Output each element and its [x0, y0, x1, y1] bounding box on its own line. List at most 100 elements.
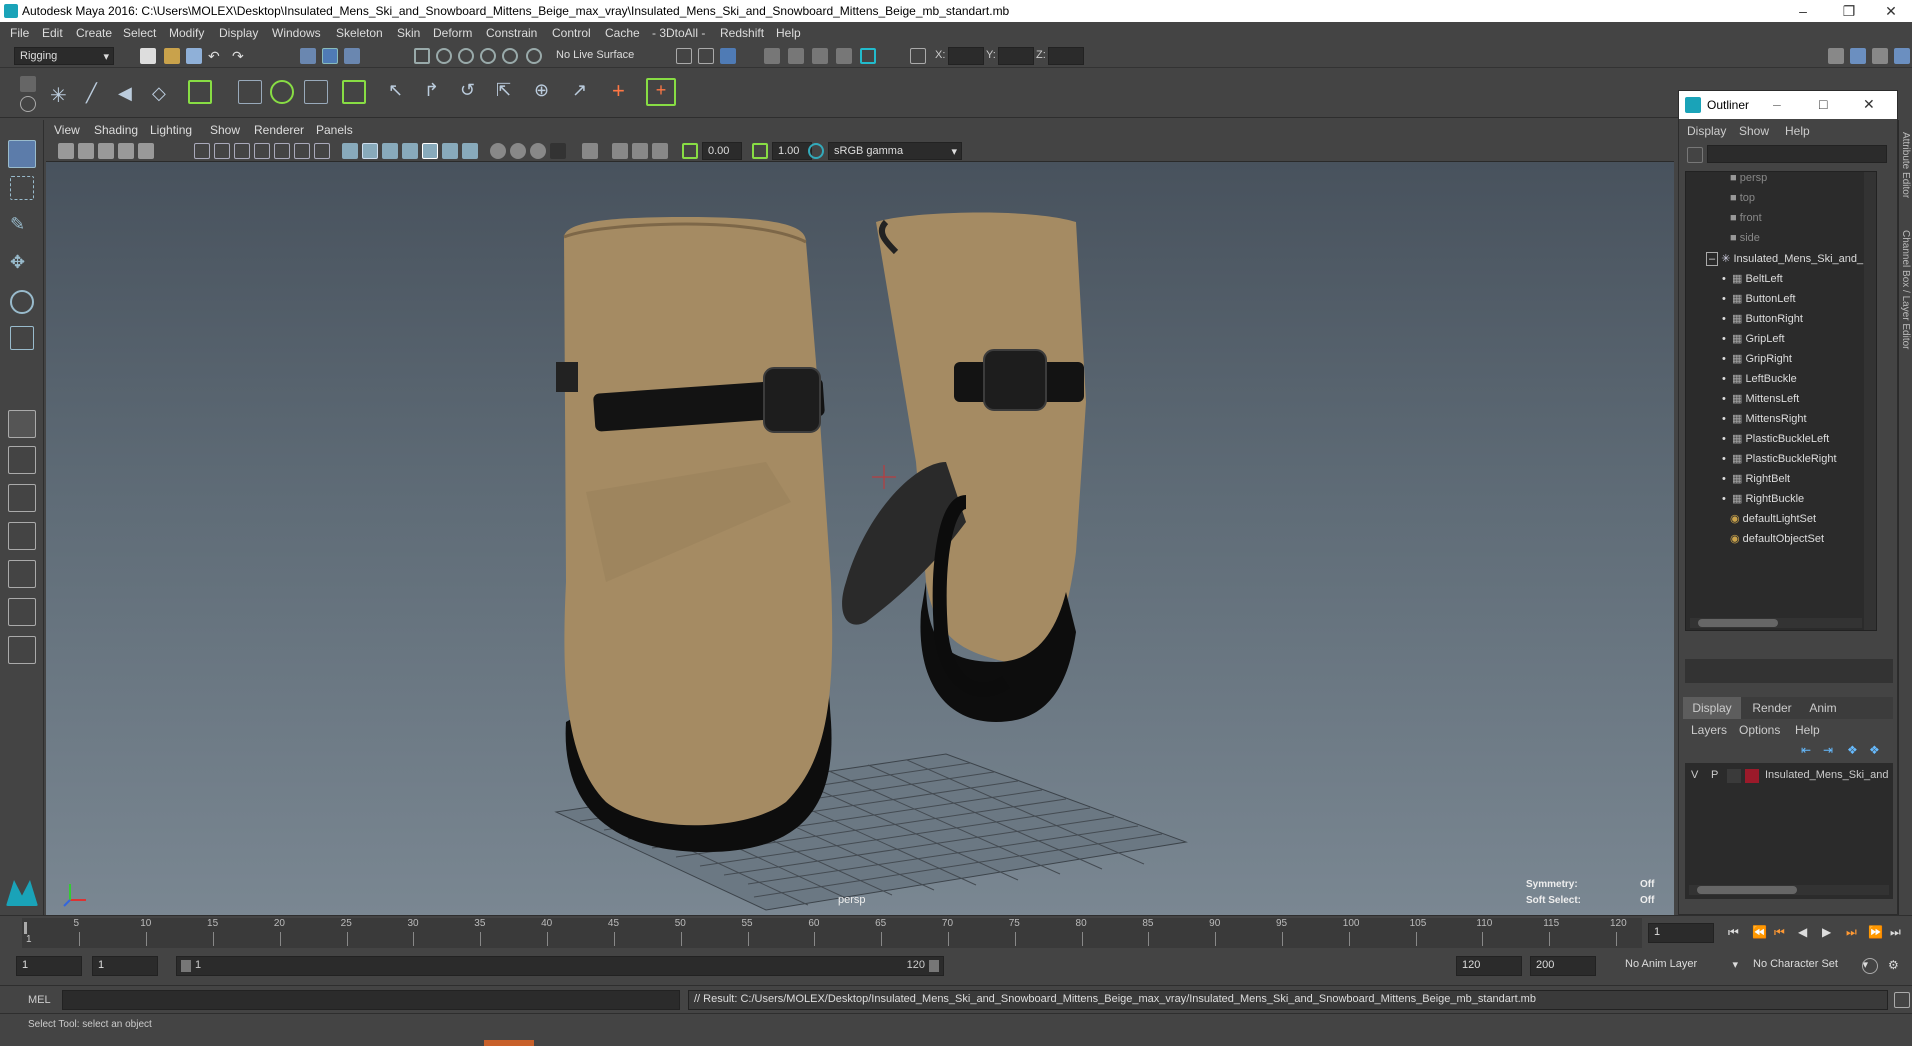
- outliner-menu-display[interactable]: Display: [1687, 124, 1726, 138]
- tool-settings-icon[interactable]: [1872, 48, 1888, 64]
- outliner-filter-icon[interactable]: [1687, 147, 1703, 163]
- wrap-icon[interactable]: [342, 80, 366, 104]
- script-language-toggle[interactable]: MEL: [28, 994, 51, 1006]
- 3d-viewport[interactable]: persp Symmetry: Off Soft Select: Off: [46, 162, 1674, 915]
- snap-view-icon[interactable]: [480, 48, 496, 64]
- menu-display[interactable]: Display: [219, 26, 258, 40]
- shelf-menu-icon[interactable]: [20, 76, 36, 92]
- ipr-render-icon[interactable]: [788, 48, 804, 64]
- outliner-row-top[interactable]: ■ top: [1730, 192, 1755, 212]
- panel-menu-panels[interactable]: Panels: [316, 123, 353, 137]
- custom-layout-icon[interactable]: [8, 598, 36, 626]
- attribute-editor-toggle-icon[interactable]: [1850, 48, 1866, 64]
- backface-culling-icon[interactable]: [652, 143, 668, 159]
- persp-graph-icon[interactable]: [8, 522, 36, 550]
- menu-cache[interactable]: Cache: [605, 26, 640, 40]
- textured-icon[interactable]: [402, 143, 418, 159]
- panel-menu-view[interactable]: View: [54, 123, 80, 137]
- outliner-row-mittensright[interactable]: • ▦ MittensRight: [1722, 412, 1807, 432]
- transform-mode-icon[interactable]: [910, 48, 926, 64]
- menu-control[interactable]: Control: [552, 26, 591, 40]
- attribute-editor-tab[interactable]: Attribute Editor: [1900, 132, 1911, 198]
- channel-box-toggle-icon[interactable]: [1894, 48, 1910, 64]
- outliner-row-gripleft[interactable]: • ▦ GripLeft: [1722, 332, 1785, 352]
- open-scene-icon[interactable]: [164, 48, 180, 64]
- lasso-tool-icon[interactable]: [10, 176, 34, 200]
- new-layer-selected-icon[interactable]: ❖: [1869, 743, 1885, 759]
- motion-blur-icon[interactable]: [490, 143, 506, 159]
- go-to-start-icon[interactable]: ⏮: [1728, 925, 1744, 941]
- layer-menu-layers[interactable]: Layers: [1691, 723, 1727, 737]
- film-gate-icon[interactable]: [214, 143, 230, 159]
- panel-menu-show[interactable]: Show: [210, 123, 240, 137]
- menu-windows[interactable]: Windows: [272, 26, 321, 40]
- layer-name[interactable]: Insulated_Mens_Ski_and: [1765, 769, 1889, 781]
- rotate-tool-icon[interactable]: [10, 290, 34, 314]
- field-chart-icon[interactable]: [274, 143, 290, 159]
- ambient-occlusion-icon[interactable]: [462, 143, 478, 159]
- anti-aliasing-icon[interactable]: [510, 143, 526, 159]
- outliner-row-leftbuckle[interactable]: • ▦ LeftBuckle: [1722, 372, 1797, 392]
- anim-prefs-icon[interactable]: ⚙: [1888, 958, 1904, 974]
- render-current-icon[interactable]: [764, 48, 780, 64]
- pole-vector-icon[interactable]: ↗: [572, 80, 596, 104]
- panel-menu-renderer[interactable]: Renderer: [254, 123, 304, 137]
- gate-mask-icon[interactable]: [254, 143, 270, 159]
- outliner-row-rightbelt[interactable]: • ▦ RightBelt: [1722, 472, 1790, 492]
- z-field[interactable]: [1048, 47, 1084, 65]
- snap-vertex-icon[interactable]: [526, 48, 542, 64]
- layer-visibility[interactable]: V: [1691, 769, 1698, 781]
- select-tool-icon[interactable]: [8, 140, 36, 168]
- safe-title-icon[interactable]: [314, 143, 330, 159]
- save-scene-icon[interactable]: [186, 48, 202, 64]
- step-forward-key-icon[interactable]: ⏭: [1846, 925, 1862, 941]
- time-ruler[interactable]: 1 5 10 15 20 25 30 35 40 45 50 55 60 65 70 75 80 85 90 95 1…: [22, 918, 1642, 948]
- menu-create[interactable]: Create: [76, 26, 112, 40]
- step-back-icon[interactable]: ⏪: [1752, 925, 1768, 941]
- persp-outliner-icon[interactable]: [8, 484, 36, 512]
- input-output-icon[interactable]: [676, 48, 692, 64]
- layer-playback[interactable]: P: [1711, 769, 1718, 781]
- collapse-icon[interactable]: –: [1706, 252, 1719, 266]
- tab-anim[interactable]: Anim: [1801, 701, 1845, 715]
- outliner-row-group[interactable]: – ✳ Insulated_Mens_Ski_and_: [1706, 252, 1863, 272]
- anim-start-field[interactable]: 1: [16, 956, 82, 976]
- redshift-icon[interactable]: [860, 48, 876, 64]
- channel-box-tab[interactable]: Channel Box / Layer Editor: [1900, 230, 1911, 350]
- xray-joints-icon[interactable]: [612, 143, 628, 159]
- paint-select-icon[interactable]: ✎: [10, 214, 34, 238]
- move-layer-up-icon[interactable]: ⇤: [1801, 743, 1817, 759]
- outliner-vscrollbar[interactable]: [1864, 172, 1876, 630]
- layer-row[interactable]: V P Insulated_Mens_Ski_and: [1685, 767, 1893, 787]
- range-bar[interactable]: 1 120: [176, 956, 944, 976]
- outliner-menu-help[interactable]: Help: [1785, 124, 1810, 138]
- outliner-row-beltleft[interactable]: • ▦ BeltLeft: [1722, 272, 1783, 292]
- move-tool-icon[interactable]: ✥: [10, 252, 34, 276]
- image-plane-icon[interactable]: [118, 143, 134, 159]
- select-component-icon[interactable]: [344, 48, 360, 64]
- outliner-row-persp[interactable]: ■ persp: [1730, 172, 1767, 192]
- menu-skeleton[interactable]: Skeleton: [336, 26, 383, 40]
- locator-icon[interactable]: +: [612, 80, 636, 104]
- select-hierarchy-icon[interactable]: [300, 48, 316, 64]
- outliner-row-buttonleft[interactable]: • ▦ ButtonLeft: [1722, 292, 1796, 312]
- range-start-handle[interactable]: [181, 960, 191, 972]
- step-forward-icon[interactable]: ⏩: [1868, 925, 1884, 941]
- close-icon[interactable]: ✕: [1868, 0, 1912, 22]
- anim-layer-dropdown[interactable]: No Anim Layer ▾: [1620, 956, 1742, 976]
- menu-modify[interactable]: Modify: [169, 26, 204, 40]
- outliner-row-buttonright[interactable]: • ▦ ButtonRight: [1722, 312, 1803, 332]
- anim-end-field[interactable]: 200: [1530, 956, 1596, 976]
- more-layouts-icon[interactable]: [8, 636, 36, 664]
- aim-constraint-icon[interactable]: ↱: [424, 80, 448, 104]
- menu-set-dropdown[interactable]: Rigging ▾: [14, 47, 114, 65]
- layer-color-swatch[interactable]: [1745, 769, 1759, 783]
- outliner-close-icon[interactable]: ✕: [1863, 96, 1875, 113]
- tab-display[interactable]: Display: [1683, 697, 1741, 719]
- exposure-icon[interactable]: [682, 143, 698, 159]
- snap-point-icon[interactable]: [458, 48, 474, 64]
- outliner-row-rightbuckle[interactable]: • ▦ RightBuckle: [1722, 492, 1804, 512]
- xray-active-icon[interactable]: [632, 143, 648, 159]
- panel-menu-shading[interactable]: Shading: [94, 123, 138, 137]
- menu-3dtoall[interactable]: - 3DtoAll -: [652, 26, 705, 40]
